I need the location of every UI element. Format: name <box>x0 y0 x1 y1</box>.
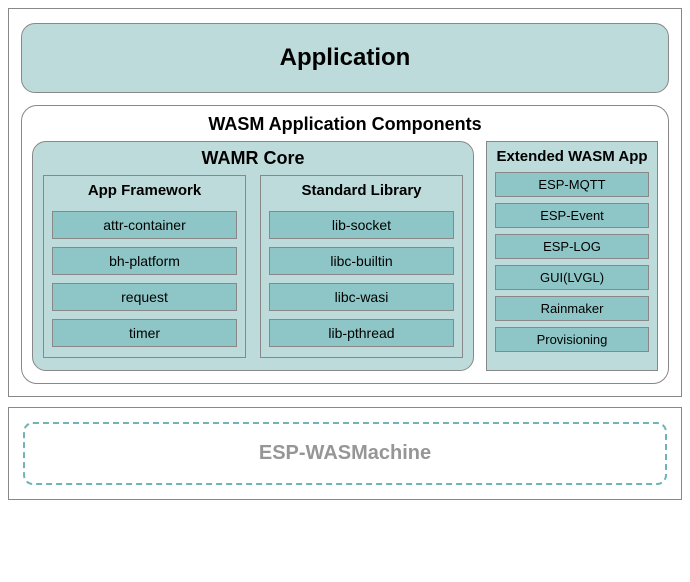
application-title: Application <box>22 44 668 72</box>
application-layer-box: Application <box>21 23 669 93</box>
module-provisioning: Provisioning <box>495 327 649 352</box>
module-esp-log: ESP-LOG <box>495 234 649 259</box>
module-libc-wasi: libc-wasi <box>269 283 454 311</box>
module-gui-lvgl: GUI(LVGL) <box>495 265 649 290</box>
wamr-core-box: WAMR Core App Framework attr-container b… <box>32 141 474 371</box>
components-row: WAMR Core App Framework attr-container b… <box>32 141 658 371</box>
module-attr-container: attr-container <box>52 211 237 239</box>
esp-wasmachine-box: ESP-WASMachine <box>23 422 667 485</box>
module-lib-pthread: lib-pthread <box>269 319 454 347</box>
wasm-application-components-box: WASM Application Components WAMR Core Ap… <box>21 105 669 384</box>
wamr-core-title: WAMR Core <box>43 148 463 169</box>
module-libc-builtin: libc-builtin <box>269 247 454 275</box>
module-rainmaker: Rainmaker <box>495 296 649 321</box>
module-bh-platform: bh-platform <box>52 247 237 275</box>
module-timer: timer <box>52 319 237 347</box>
wasm-components-title: WASM Application Components <box>32 114 658 135</box>
wamr-core-columns: App Framework attr-container bh-platform… <box>43 175 463 358</box>
app-framework-box: App Framework attr-container bh-platform… <box>43 175 246 358</box>
esp-wasmachine-title: ESP-WASMachine <box>25 442 665 465</box>
upper-architecture-frame: Application WASM Application Components … <box>8 8 682 397</box>
esp-wasmachine-frame: ESP-WASMachine <box>8 407 682 500</box>
extended-wasm-app-title: Extended WASM App <box>495 148 649 166</box>
module-esp-mqtt: ESP-MQTT <box>495 172 649 197</box>
module-esp-event: ESP-Event <box>495 203 649 228</box>
module-request: request <box>52 283 237 311</box>
standard-library-box: Standard Library lib-socket libc-builtin… <box>260 175 463 358</box>
extended-wasm-app-box: Extended WASM App ESP-MQTT ESP-Event ESP… <box>486 141 658 371</box>
standard-library-title: Standard Library <box>269 182 454 199</box>
module-lib-socket: lib-socket <box>269 211 454 239</box>
app-framework-title: App Framework <box>52 182 237 199</box>
